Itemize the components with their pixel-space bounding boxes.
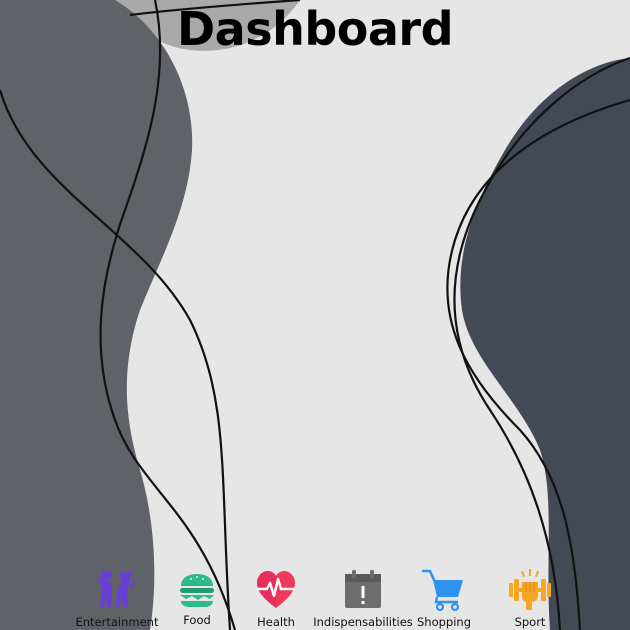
burger-icon (180, 574, 214, 607)
shopping-cart-icon (421, 569, 463, 612)
page-title: Dashboard (176, 2, 454, 56)
nav-label-indispensabilities: Indispensabilities (313, 615, 413, 629)
nav-label-health: Health (257, 615, 295, 629)
people-celebrating-icon (97, 570, 136, 607)
calendar-alert-icon (345, 570, 381, 608)
nav-label-sport: Sport (514, 615, 546, 629)
right-dark-shape (460, 58, 630, 630)
background-art (0, 0, 630, 630)
nav-label-shopping: Shopping (416, 615, 471, 629)
left-dark-shape (0, 0, 193, 630)
nav-label-entertainment: Entertainment (75, 615, 159, 629)
dumbbell-fist-icon (509, 569, 551, 610)
heart-pulse-icon (257, 571, 295, 608)
nav-label-food: Food (183, 613, 211, 627)
nav-item-sport[interactable]: Sport (475, 566, 585, 629)
